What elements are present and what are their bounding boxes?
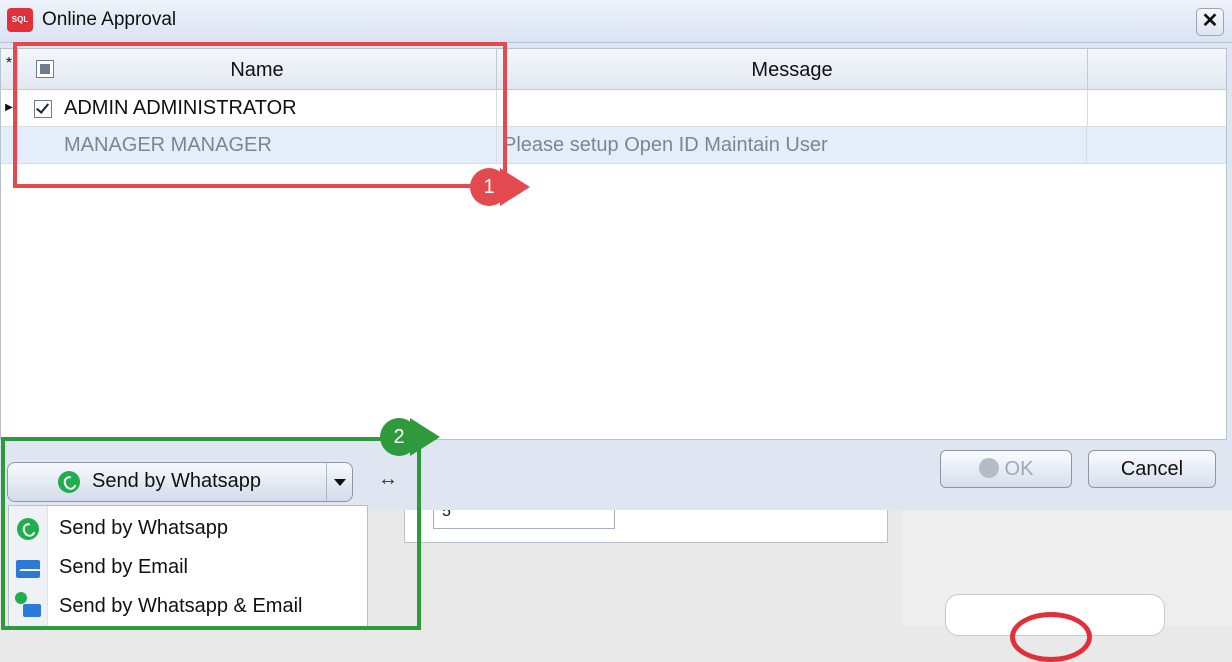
- window-title: Online Approval: [42, 9, 177, 30]
- cancel-label: Cancel: [1120, 458, 1184, 480]
- close-icon: ✕: [1201, 10, 1219, 32]
- callout-2-box: [1, 437, 421, 630]
- star-icon: *: [5, 55, 13, 72]
- ok-label: OK: [1004, 458, 1034, 480]
- close-button[interactable]: ✕: [1196, 8, 1224, 36]
- row-pointer-icon: ▶: [5, 102, 13, 113]
- callout-2-badge: 2: [380, 418, 418, 456]
- app-logo-icon: SQL: [7, 8, 33, 32]
- check-circle-icon: [978, 458, 999, 478]
- background-logo-ring: [1010, 612, 1092, 662]
- extra-column-header[interactable]: [1088, 49, 1226, 90]
- ok-button[interactable]: OK: [940, 450, 1072, 488]
- callout-1-badge: 1: [470, 168, 508, 206]
- callout-1-box: [13, 42, 507, 188]
- message-cell: [497, 90, 1088, 126]
- message-column-header[interactable]: Message: [497, 49, 1088, 90]
- title-bar: SQL Online Approval ✕: [0, 0, 1232, 43]
- cancel-button[interactable]: Cancel: [1088, 450, 1216, 488]
- message-column-label: Message: [751, 59, 833, 81]
- message-cell: Please setup Open ID Maintain User: [497, 127, 1087, 163]
